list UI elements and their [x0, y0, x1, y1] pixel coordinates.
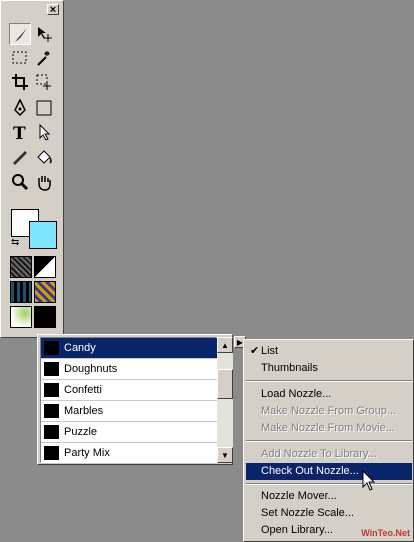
nozzle-item-candy[interactable]: Candy	[41, 338, 218, 359]
paintbrush-tool[interactable]	[9, 23, 31, 45]
toolbox-panel: × T ⇆	[0, 0, 64, 338]
magic-wand-tool[interactable]	[33, 47, 55, 69]
menu-item-load-nozzle[interactable]: Load Nozzle...	[246, 386, 412, 403]
arrow-icon	[39, 123, 51, 141]
nozzle-thumbnail	[44, 425, 59, 439]
menu-item-label: Open Library...	[261, 524, 333, 536]
paintbrush-icon	[15, 28, 27, 42]
marquee-icon	[12, 51, 27, 64]
check-icon: ✔	[250, 345, 260, 357]
nozzle-label: Doughnuts	[64, 363, 118, 375]
menu-item-thumbnails[interactable]: Thumbnails	[246, 360, 412, 377]
crop-tool[interactable]	[9, 71, 31, 93]
brush-preview-1[interactable]	[10, 306, 32, 328]
menu-item-label: Make Nozzle From Group...	[261, 405, 397, 417]
texture-preview-2[interactable]	[34, 256, 56, 278]
nozzle-label: Marbles	[64, 405, 104, 417]
brush-preview-2[interactable]	[34, 306, 56, 328]
move-tool[interactable]	[33, 23, 55, 45]
nozzle-label: Confetti	[64, 384, 102, 396]
nozzle-item-party-mix[interactable]: Party Mix	[41, 443, 218, 464]
text-icon: T	[13, 124, 26, 141]
menu-item-label: Set Nozzle Scale...	[261, 507, 354, 519]
swap-colors-icon[interactable]: ⇆	[11, 237, 19, 248]
menu-item-label: Check Out Nozzle...	[261, 465, 359, 477]
hand-tool[interactable]	[33, 171, 55, 193]
menu-item-label: Make Nozzle From Movie...	[261, 422, 395, 434]
menu-item-label: Load Nozzle...	[261, 388, 332, 400]
menu-item-label: Add Nozzle To Library...	[261, 448, 377, 460]
nozzle-label: Party Mix	[64, 447, 110, 459]
menu-item-label: List	[261, 345, 279, 357]
scroll-thumb[interactable]	[217, 369, 233, 399]
crop-icon	[12, 74, 28, 90]
nozzle-item-doughnuts[interactable]: Doughnuts	[41, 359, 218, 380]
svg-text:T: T	[13, 124, 26, 141]
menu-separator	[246, 483, 412, 485]
toolbox-titlebar[interactable]: ×	[3, 3, 61, 17]
nozzle-context-menu: ✔ List Thumbnails Load Nozzle... Make No…	[243, 339, 414, 542]
nozzle-list-panel: Candy Doughnuts Confetti Marbles Puzzle …	[37, 334, 233, 465]
list-scrollbar[interactable]: ▲ ▼	[217, 337, 233, 463]
nozzle-label: Puzzle	[64, 426, 98, 438]
text-tool[interactable]: T	[9, 121, 31, 143]
nozzle-thumbnail	[44, 341, 59, 355]
menu-item-label: Nozzle Mover...	[261, 490, 337, 502]
nozzle-thumbnail	[44, 362, 59, 376]
magnifier-icon	[12, 174, 29, 191]
menu-item-list[interactable]: ✔ List	[246, 343, 412, 360]
foreground-color-swatch[interactable]	[29, 221, 57, 249]
nozzle-item-confetti[interactable]: Confetti	[41, 380, 218, 401]
menu-item-set-nozzle-scale[interactable]: Set Nozzle Scale...	[246, 505, 412, 522]
arrow-select-tool[interactable]	[33, 121, 55, 143]
nozzle-thumbnail	[44, 404, 59, 418]
pen-tool[interactable]	[9, 97, 31, 119]
fill-bucket-tool[interactable]	[33, 147, 55, 169]
gradient-preview-1[interactable]	[10, 281, 32, 303]
color-swatches: ⇆	[7, 205, 59, 251]
menu-item-make-nozzle-from-group[interactable]: Make Nozzle From Group...	[246, 403, 412, 420]
menu-item-nozzle-mover[interactable]: Nozzle Mover...	[246, 488, 412, 505]
hand-icon	[38, 176, 51, 191]
zoom-tool[interactable]	[9, 171, 31, 193]
magic-wand-icon	[37, 51, 50, 66]
lasso-tool[interactable]	[33, 71, 55, 93]
nozzle-label: Candy	[64, 342, 96, 354]
texture-preview-1[interactable]	[10, 256, 32, 278]
nozzle-thumbnail	[44, 446, 59, 460]
scroll-down-icon[interactable]: ▼	[217, 447, 233, 463]
menu-item-add-nozzle-to-library[interactable]: Add Nozzle To Library...	[246, 446, 412, 463]
gradient-preview-2[interactable]	[34, 281, 56, 303]
mouse-cursor-icon	[362, 470, 376, 491]
menu-separator	[246, 440, 412, 442]
marquee-tool[interactable]	[9, 47, 31, 69]
menu-item-make-nozzle-from-movie[interactable]: Make Nozzle From Movie...	[246, 420, 412, 437]
menu-item-label: Thumbnails	[261, 362, 318, 374]
nozzle-thumbnail	[44, 383, 59, 397]
pen-icon	[14, 99, 26, 117]
scroll-up-icon[interactable]: ▲	[217, 337, 233, 353]
watermark: WinTeo.Net	[361, 528, 410, 538]
nozzle-item-puzzle[interactable]: Puzzle	[41, 422, 218, 443]
nozzle-item-marbles[interactable]: Marbles	[41, 401, 218, 422]
rectangle-tool[interactable]	[33, 97, 55, 119]
close-icon[interactable]: ×	[47, 4, 59, 16]
menu-item-check-out-nozzle[interactable]: Check Out Nozzle...	[246, 463, 412, 480]
menu-separator	[246, 380, 412, 382]
bucket-icon	[37, 150, 52, 164]
eyedropper-icon	[13, 151, 27, 165]
eyedropper-tool[interactable]	[9, 147, 31, 169]
move-icon	[38, 27, 52, 42]
nozzle-list[interactable]: Candy Doughnuts Confetti Marbles Puzzle …	[40, 337, 218, 464]
rectangle-icon	[36, 100, 52, 116]
lasso-icon	[36, 74, 51, 90]
